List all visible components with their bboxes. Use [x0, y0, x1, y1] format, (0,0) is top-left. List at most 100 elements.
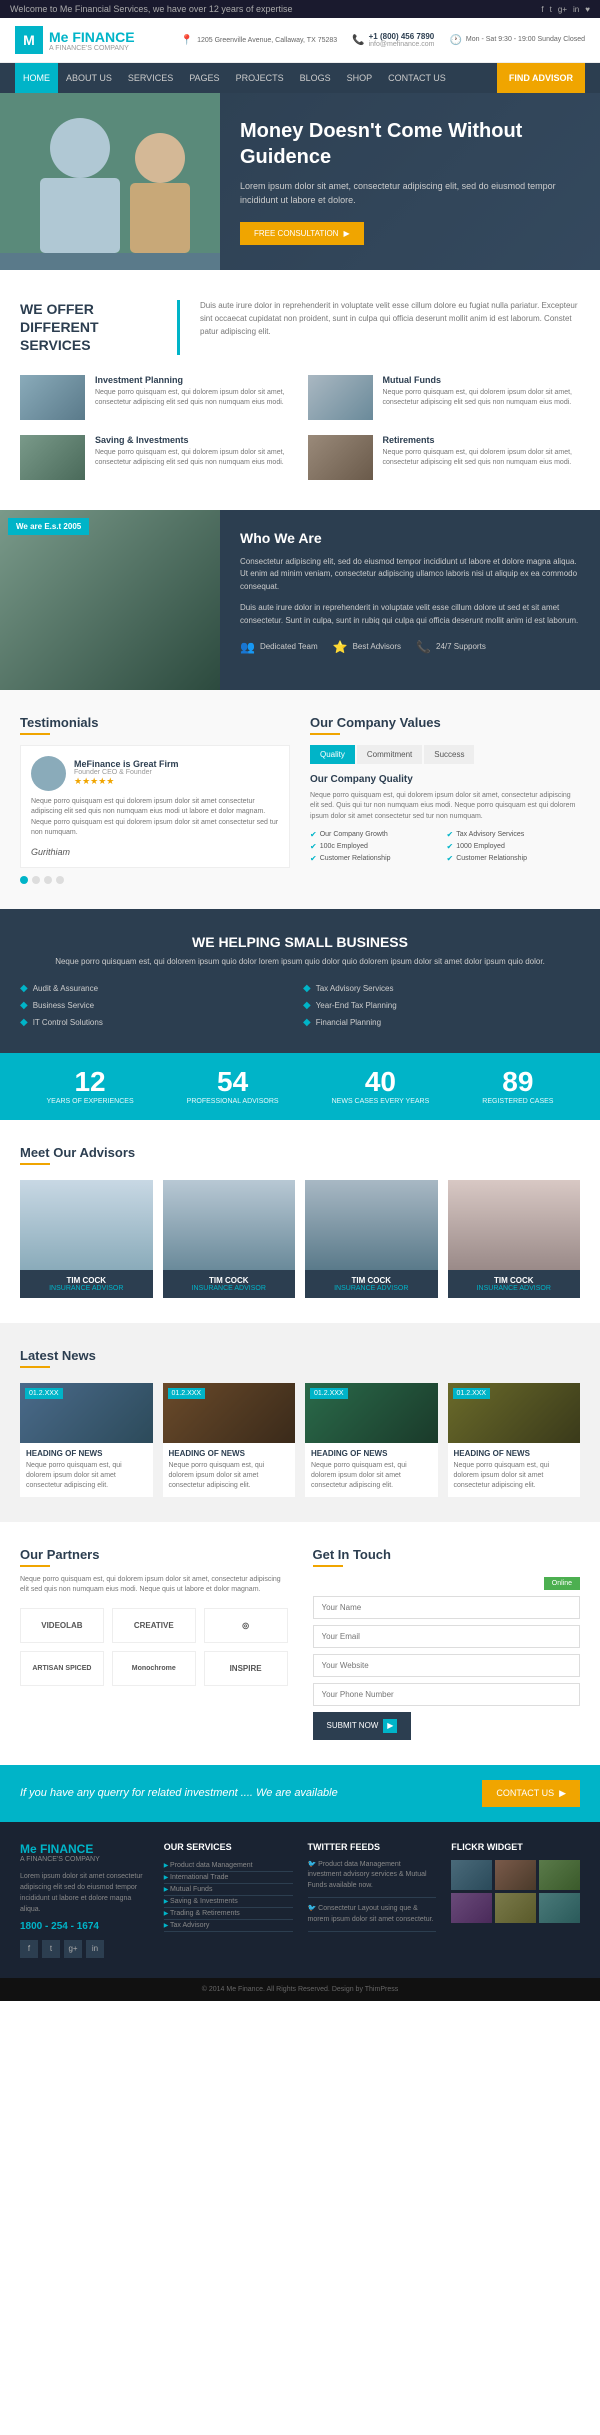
service-image	[308, 375, 373, 420]
flickr-thumb	[495, 1893, 536, 1923]
submit-button[interactable]: SUBMIT NOW ▶	[313, 1712, 412, 1740]
dot-3[interactable]	[44, 876, 52, 884]
twitter-icon[interactable]: t	[550, 5, 552, 14]
service-item: Mutual Funds Neque porro quisquam est, q…	[308, 375, 581, 420]
cta-arrow-icon: ▶	[559, 1788, 566, 1799]
footer-twitter-icon[interactable]: t	[42, 1940, 60, 1958]
stat-label: PROFESSIONAL ADVISORS	[187, 1098, 279, 1105]
google-icon[interactable]: g+	[558, 5, 567, 14]
advisor-photo	[305, 1180, 438, 1270]
footer-linkedin-icon[interactable]: in	[86, 1940, 104, 1958]
helping-item: ◆Financial Planning	[303, 1017, 580, 1028]
partners-block: Our Partners Neque porro quisquam est, q…	[20, 1547, 288, 1740]
news-body: HEADING OF NEWS Neque porro quisquam est…	[20, 1443, 153, 1496]
online-badge: Online	[313, 1577, 581, 1590]
email-text: info@mefinance.com	[369, 41, 435, 48]
advisor-name: TIM COCK	[26, 1276, 147, 1285]
cta-text: If you have any querry for related inves…	[20, 1787, 338, 1799]
nav-shop[interactable]: SHOP	[339, 63, 381, 93]
cta-contact-button[interactable]: CONTACT US ▶	[482, 1780, 580, 1807]
bullet-icon: ◆	[20, 1017, 28, 1028]
tab-success[interactable]: Success	[424, 745, 474, 764]
bullet-icon: ◆	[303, 1017, 311, 1028]
arrow-icon: ▶	[343, 229, 349, 238]
testimonial-signature: Gurithiam	[31, 847, 279, 857]
site-footer: Me FINANCE A FINANCE'S COMPANY Lorem ips…	[0, 1822, 600, 1978]
cta-banner: If you have any querry for related inves…	[0, 1765, 600, 1822]
dot-2[interactable]	[32, 876, 40, 884]
footer-service-item[interactable]: Tax Advisory	[164, 1920, 293, 1932]
star-icon: ⭐	[333, 640, 348, 654]
values-content-heading: Our Company Quality	[310, 774, 580, 785]
facebook-icon[interactable]: f	[541, 5, 543, 14]
helping-heading: WE HELPING SMALL BUSINESS	[20, 934, 580, 950]
tab-commitment[interactable]: Commitment	[357, 745, 422, 764]
helping-description: Neque porro quisquam est, qui dolorem ip…	[20, 956, 580, 969]
footer-service-item[interactable]: Trading & Retirements	[164, 1908, 293, 1920]
footer-social-links: f t g+ in	[20, 1940, 149, 1958]
values-content-text: Neque porro quisquam est, qui dolorem ip…	[310, 791, 580, 823]
service-desc: Neque porro quisquam est, qui dolorem ip…	[383, 388, 581, 409]
nav-about[interactable]: ABOUT US	[58, 63, 120, 93]
news-title: HEADING OF NEWS	[454, 1449, 575, 1458]
news-heading: Latest News	[20, 1348, 580, 1363]
news-date: 01.2.XXX	[453, 1388, 491, 1399]
footer-about: Me FINANCE A FINANCE'S COMPANY Lorem ips…	[20, 1842, 149, 1958]
linkedin-icon[interactable]: in	[573, 5, 579, 14]
partner-logo-inspire: INSPIRE	[204, 1651, 288, 1686]
helping-section: WE HELPING SMALL BUSINESS Neque porro qu…	[0, 909, 600, 1054]
tab-quality[interactable]: Quality	[310, 745, 355, 764]
nav-projects[interactable]: PROJECTS	[228, 63, 292, 93]
find-advisor-button[interactable]: FIND ADVISOR	[497, 63, 585, 93]
name-field[interactable]	[313, 1596, 581, 1619]
contact-form-block: Get In Touch Online SUBMIT NOW ▶	[313, 1547, 581, 1740]
who-badge: We are E.s.t 2005	[8, 518, 89, 535]
footer-service-item[interactable]: Mutual Funds	[164, 1884, 293, 1896]
news-section: Latest News 01.2.XXX HEADING OF NEWS Neq…	[0, 1323, 600, 1521]
footer-google-icon[interactable]: g+	[64, 1940, 82, 1958]
phone-icon: 📞	[352, 35, 364, 46]
phone-text: +1 (800) 456 7890	[369, 32, 435, 41]
nav-blogs[interactable]: BLOGS	[292, 63, 339, 93]
who-stat-support: 📞 24/7 Supports	[416, 640, 486, 654]
footer-tweet-2: 🐦 Consectetur Layout using que & morem i…	[308, 1904, 437, 1932]
phone-field[interactable]	[313, 1683, 581, 1706]
advisor-overlay: TIM COCK INSURANCE ADVISOR	[20, 1270, 153, 1298]
who-stats: 👥 Dedicated Team ⭐ Best Advisors 📞 24/7 …	[240, 640, 580, 654]
dot-4[interactable]	[56, 876, 64, 884]
stat-number: 40	[332, 1068, 430, 1096]
news-text: Neque porro quisquam est, qui dolorem ip…	[26, 1461, 147, 1490]
flickr-thumb	[539, 1860, 580, 1890]
nav-home[interactable]: HOME	[15, 63, 58, 93]
footer-logo-sub: A FINANCE'S COMPANY	[20, 1856, 149, 1863]
service-title: Investment Planning	[95, 375, 293, 385]
header-contact: 📍 1205 Greenville Avenue, Callaway, TX 7…	[181, 32, 585, 48]
consultation-button[interactable]: FREE CONSULTATION ▶	[240, 222, 364, 245]
values-list-item: ✔1000 Employed	[447, 842, 581, 851]
testimonial-avatar	[31, 756, 66, 791]
footer-service-item[interactable]: Saving & Investments	[164, 1896, 293, 1908]
values-list-item: ✔Customer Relationship	[310, 854, 444, 863]
service-image	[308, 435, 373, 480]
heart-icon[interactable]: ♥	[585, 5, 590, 14]
nav-services[interactable]: SERVICES	[120, 63, 181, 93]
email-field[interactable]	[313, 1625, 581, 1648]
nav-contact[interactable]: CONTACT US	[380, 63, 454, 93]
news-body: HEADING OF NEWS Neque porro quisquam est…	[163, 1443, 296, 1496]
footer-facebook-icon[interactable]: f	[20, 1940, 38, 1958]
footer-flickr-heading: Flickr Widget	[451, 1842, 580, 1852]
flickr-thumb	[539, 1893, 580, 1923]
news-title: HEADING OF NEWS	[169, 1449, 290, 1458]
footer-service-item[interactable]: Product data Management	[164, 1860, 293, 1872]
dot-1[interactable]	[20, 876, 28, 884]
check-icon: ✔	[310, 842, 317, 851]
address-text: 1205 Greenville Avenue, Callaway, TX 752…	[197, 37, 337, 44]
top-bar: Welcome to Me Financial Services, we hav…	[0, 0, 600, 18]
website-field[interactable]	[313, 1654, 581, 1677]
nav-pages[interactable]: PAGES	[181, 63, 227, 93]
flickr-thumb	[451, 1893, 492, 1923]
advisors-section: Meet Our Advisors TIM COCK INSURANCE ADV…	[0, 1120, 600, 1323]
hero-section: Money Doesn't Come Without Guidence Lore…	[0, 93, 600, 270]
who-stat-team: 👥 Dedicated Team	[240, 640, 318, 654]
footer-service-item[interactable]: International Trade	[164, 1872, 293, 1884]
